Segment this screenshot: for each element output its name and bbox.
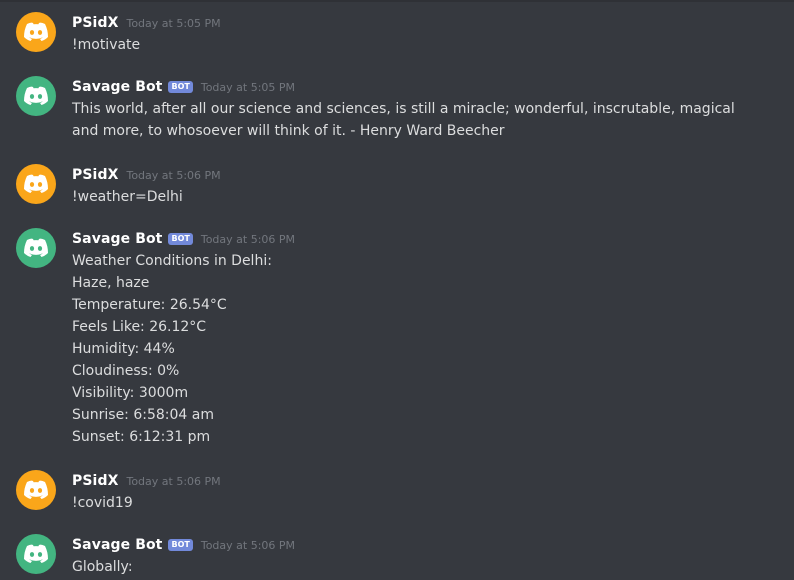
message-text: Weather Conditions in Delhi: [72,253,272,269]
avatar[interactable] [16,228,56,268]
message-content: !weather=Delhi [72,186,772,208]
username[interactable]: Savage Bot [72,231,162,247]
message-text: Temperature: 26.54°C [72,297,227,313]
bot-tag: BOT [168,539,193,551]
timestamp: Today at 5:05 PM [126,16,221,30]
username[interactable]: Savage Bot [72,79,162,95]
message-text: Feels Like: 26.12°C [72,319,207,335]
avatar[interactable] [16,76,56,116]
bot-tag: BOT [168,81,193,93]
timestamp: Today at 5:06 PM [200,538,296,552]
timestamp: Today at 5:06 PM [126,168,221,182]
avatar[interactable] [16,470,56,510]
message-content: !covid19 [72,492,772,514]
discord-logo-icon [24,480,48,499]
username[interactable]: PSidX [72,167,118,183]
message-text: Visibility: 3000m [72,385,189,401]
message-content: Weather Conditions in Delhi: Haze, haze … [72,250,772,448]
message-header: Savage Bot BOT Today at 5:05 PM [72,76,295,98]
message-content: This world, after all our science and sc… [72,98,772,142]
discord-logo-icon [24,544,48,563]
avatar[interactable] [16,534,56,574]
message-text: Globally: [72,559,133,575]
message-content: Globally: [72,556,772,578]
message-text: Cloudiness: 0% [72,363,180,379]
username[interactable]: PSidX [72,15,118,31]
timestamp: Today at 5:06 PM [200,232,296,246]
discord-logo-icon [24,174,48,193]
message-text: !covid19 [72,495,133,511]
message-header: PSidX Today at 5:06 PM [72,470,221,492]
username[interactable]: PSidX [72,473,118,489]
message-header: PSidX Today at 5:05 PM [72,12,221,34]
message-content: !motivate [72,34,772,56]
top-divider [0,0,794,2]
message-text: Sunset: 6:12:31 pm [72,429,211,445]
username[interactable]: Savage Bot [72,537,162,553]
discord-logo-icon [24,22,48,41]
bot-tag: BOT [168,233,193,245]
message-text: Sunrise: 6:58:04 am [72,407,214,423]
discord-logo-icon [24,238,48,257]
message-text: !motivate [72,37,141,53]
avatar[interactable] [16,164,56,204]
message-header: Savage Bot BOT Today at 5:06 PM [72,534,295,556]
discord-logo-icon [24,86,48,105]
message-text: This world, after all our science and sc… [72,101,735,139]
message-header: PSidX Today at 5:06 PM [72,164,221,186]
message-header: Savage Bot BOT Today at 5:06 PM [72,228,295,250]
message-text: Haze, haze [72,275,150,291]
avatar[interactable] [16,12,56,52]
timestamp: Today at 5:06 PM [126,474,221,488]
message-text: !weather=Delhi [72,189,183,205]
timestamp: Today at 5:05 PM [200,80,296,94]
message-text: Humidity: 44% [72,341,175,357]
